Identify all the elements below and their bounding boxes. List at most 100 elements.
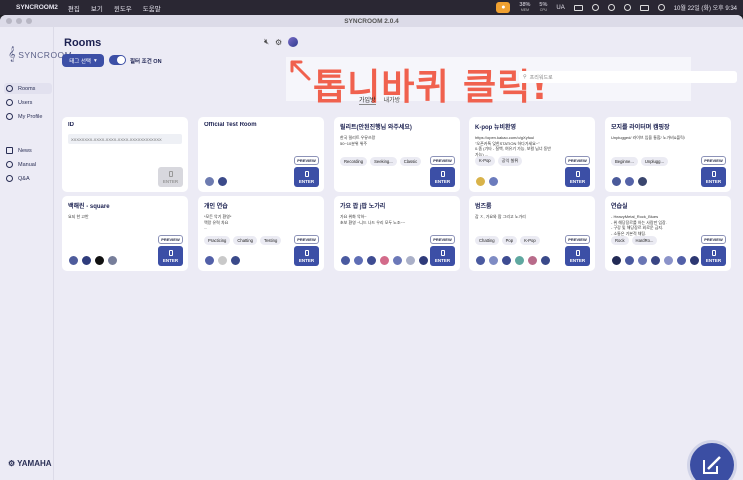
member-avatar[interactable] <box>340 255 351 266</box>
member-avatar[interactable] <box>204 176 215 187</box>
cloud-icon[interactable] <box>607 4 615 11</box>
member-avatar[interactable] <box>81 255 92 266</box>
room-tag[interactable]: Chatting <box>233 236 257 245</box>
enter-button[interactable]: ENTER <box>701 246 726 266</box>
enter-button[interactable]: ENTER <box>430 246 455 266</box>
enter-button[interactable]: ENTER <box>430 167 455 187</box>
member-avatar[interactable] <box>418 255 429 266</box>
room-tag[interactable]: Seeking... <box>370 157 397 166</box>
room-card[interactable]: 개인 연습 *모든 악기 환영* 맥랑 유력 차요 ... Practicing Ch… <box>198 196 324 271</box>
member-avatar[interactable] <box>204 255 215 266</box>
enter-button[interactable]: ENTER <box>294 246 319 266</box>
mute-icon[interactable]: 🔇︎ <box>264 37 269 47</box>
member-avatar[interactable] <box>475 255 486 266</box>
menu-view[interactable]: 보기 <box>91 3 103 13</box>
enter-button[interactable]: ENTER <box>158 246 183 266</box>
member-avatar[interactable] <box>663 255 674 266</box>
clock-icon[interactable] <box>591 4 599 11</box>
enter-button[interactable]: ENTER <box>294 167 319 187</box>
wifi-icon[interactable] <box>623 4 631 11</box>
room-card[interactable]: 모지를 라이터며 캠핑장 Unplugged/ 라이브 입을 통합/ 노가비&플릭… <box>605 117 731 192</box>
member-avatar[interactable] <box>611 255 622 266</box>
sidebar-item-news[interactable]: News <box>4 145 52 156</box>
preview-button[interactable]: PREVIEW <box>430 156 455 165</box>
enter-button[interactable]: ENTER <box>565 246 590 266</box>
user-avatar[interactable] <box>288 37 299 47</box>
member-avatar[interactable] <box>689 255 700 266</box>
search-input[interactable]: ⚲ 프리워드로 <box>519 71 737 83</box>
room-id-input[interactable]: XXXXXXXX-XXXX-XXXX-XXXX-XXXXXXXXXXXX <box>68 134 182 144</box>
member-avatar[interactable] <box>230 255 241 266</box>
room-tag[interactable]: Pop <box>501 236 518 245</box>
room-tag[interactable]: K-Pop <box>475 156 495 166</box>
enter-button[interactable]: ENTER <box>701 167 726 187</box>
member-avatar[interactable] <box>637 255 648 266</box>
tab-joined[interactable]: 가입방 <box>359 95 376 105</box>
room-tag[interactable]: Recording <box>340 157 368 166</box>
tab-mine[interactable]: 내가방 <box>384 95 401 105</box>
microphone-icon[interactable]: ● <box>496 2 511 13</box>
room-card[interactable]: K-pop 뉴비환영 https://open.kakao.com/o/gXyfu… <box>469 117 595 192</box>
member-avatar[interactable] <box>676 255 687 266</box>
enter-button[interactable]: ENTER <box>565 167 590 187</box>
member-avatar[interactable] <box>488 176 499 187</box>
battery-icon[interactable] <box>639 4 649 11</box>
input-source[interactable]: UA <box>556 5 564 11</box>
create-room-button[interactable] <box>690 443 734 480</box>
member-avatar[interactable] <box>611 176 622 187</box>
sidebar-item-my-profile[interactable]: My Profile <box>4 111 52 122</box>
room-tag[interactable]: Rock <box>611 236 629 245</box>
room-tag[interactable]: Unplugg... <box>640 157 668 166</box>
member-avatar[interactable] <box>488 255 499 266</box>
cpu-stat[interactable]: 5% CPU <box>539 2 547 13</box>
member-avatar[interactable] <box>501 255 512 266</box>
member-avatar[interactable] <box>94 255 105 266</box>
preview-button[interactable]: PREVIEW <box>701 156 726 165</box>
room-card[interactable]: 백해린 - square 요되 한 고반 PREVIEW ENTER <box>62 196 188 271</box>
member-avatar[interactable] <box>514 255 525 266</box>
room-tag[interactable]: 공익 칠튀 <box>497 156 523 166</box>
room-tag[interactable]: Classic <box>399 157 422 166</box>
member-avatar[interactable] <box>392 255 403 266</box>
member-avatar[interactable] <box>217 176 228 187</box>
member-avatar[interactable] <box>379 255 390 266</box>
member-avatar[interactable] <box>637 176 648 187</box>
memory-stat[interactable]: 38% MEM <box>519 2 530 13</box>
preview-button[interactable]: PREVIEW <box>565 235 590 244</box>
room-card[interactable]: 연습실 - HeavyMetal_Rock_Blues - 위 해당장르를 하는 … <box>605 196 731 271</box>
member-avatar[interactable] <box>107 255 118 266</box>
sidebar-item-rooms[interactable]: Rooms <box>4 83 52 94</box>
member-avatar[interactable] <box>650 255 661 266</box>
preview-button[interactable]: PREVIEW <box>565 156 590 165</box>
member-avatar[interactable] <box>624 255 635 266</box>
preview-button[interactable]: PREVIEW <box>158 235 183 244</box>
room-tag[interactable]: Testing <box>260 236 282 245</box>
filter-toggle[interactable] <box>109 55 126 65</box>
enter-button[interactable]: ENTER <box>158 167 183 187</box>
tag-select-button[interactable]: 태그 선택 ▾ <box>62 54 104 67</box>
menubar-app-name[interactable]: SYNCROOM2 <box>16 4 58 11</box>
member-avatar[interactable] <box>405 255 416 266</box>
member-avatar[interactable] <box>217 255 228 266</box>
member-avatar[interactable] <box>540 255 551 266</box>
menu-help[interactable]: 도움말 <box>143 3 161 13</box>
room-tag[interactable]: Practicing <box>204 236 231 245</box>
room-card[interactable]: 가요 팝 j팝 노가리 가요 위화 악하~ 초보 환영 ~니드 나드 우리 모두 … <box>334 196 460 271</box>
preview-button[interactable]: PREVIEW <box>701 235 726 244</box>
room-tag[interactable]: K-Pop <box>520 236 540 245</box>
member-avatar[interactable] <box>353 255 364 266</box>
sidebar-item-qa[interactable]: Q&A <box>4 173 52 184</box>
room-card[interactable]: 범즈룸 갑 ㅈ, 가요와 팝 그리고 노가리 Chatting Pop K-Pop PRE… <box>469 196 595 271</box>
room-card[interactable]: ID XXXXXXXX-XXXX-XXXX-XXXX-XXXXXXXXXXXX EN… <box>62 117 188 192</box>
preview-button[interactable]: PREVIEW <box>294 156 319 165</box>
member-avatar[interactable] <box>527 255 538 266</box>
member-avatar[interactable] <box>475 176 486 187</box>
room-tag[interactable]: Beginne... <box>611 157 638 166</box>
room-card[interactable]: Official Test Room PREVIEW ENTER <box>198 117 324 192</box>
sidebar-item-manual[interactable]: Manual <box>4 159 52 170</box>
room-tag[interactable]: Chatting <box>475 236 499 245</box>
preview-button[interactable]: PREVIEW <box>294 235 319 244</box>
menubar-clock[interactable]: 10월 22일 (화) 오후 9:34 <box>674 3 737 12</box>
menu-edit[interactable]: 편집 <box>68 3 80 13</box>
member-avatar[interactable] <box>68 255 79 266</box>
